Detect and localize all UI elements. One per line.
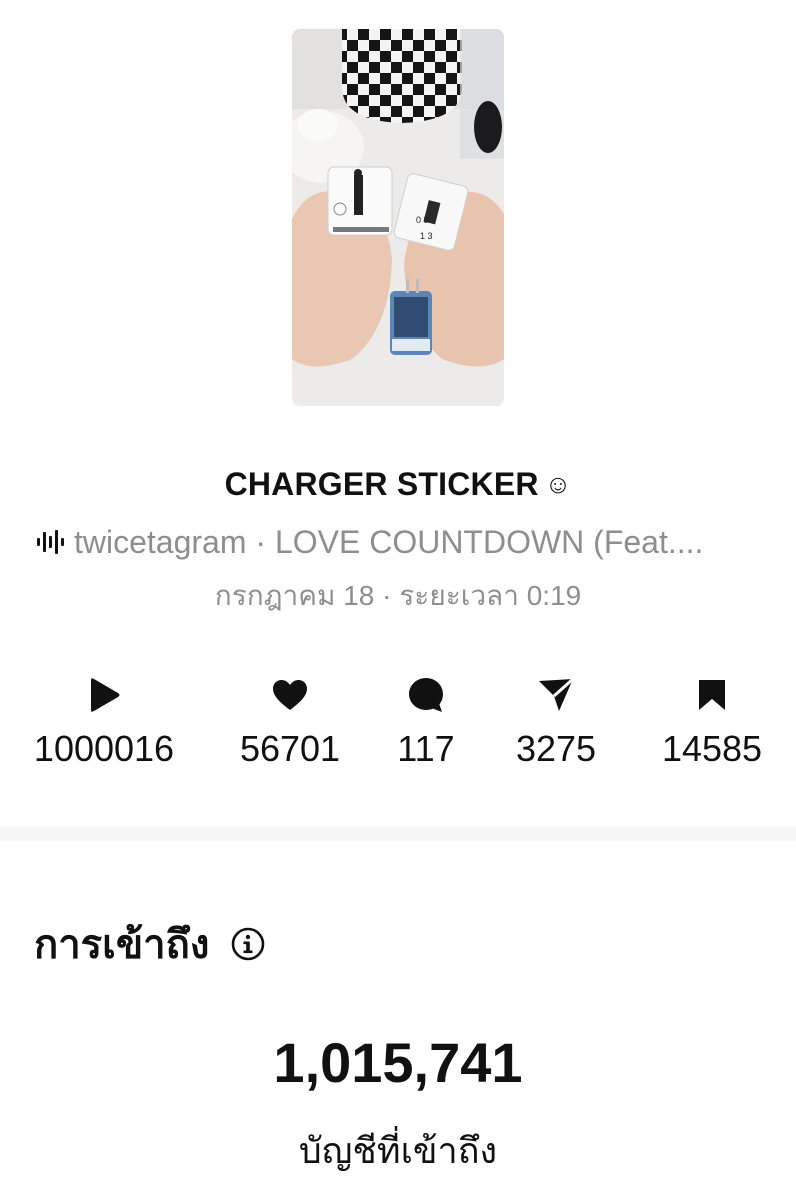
stat-plays: 1000016 [24, 676, 184, 770]
play-icon [24, 676, 184, 714]
smile-icon: ☺ [544, 469, 572, 499]
svg-text:0 8: 0 8 [416, 215, 429, 225]
stat-comments: 117 [366, 676, 486, 770]
heart-icon [210, 676, 370, 714]
comment-icon [366, 676, 486, 714]
stat-comments-value: 117 [397, 728, 455, 769]
stat-shares-value: 3275 [515, 728, 597, 769]
svg-text:1 3: 1 3 [420, 231, 433, 241]
post-title: CHARGER STICKER ☺ [0, 466, 796, 503]
reel-thumbnail[interactable]: 0 8 1 3 [292, 29, 504, 406]
section-divider [0, 827, 796, 841]
post-meta: กรกฎาคม 18 · ระยะเวลา 0:19 [214, 580, 582, 611]
reach-value: 1,015,741 [273, 1031, 523, 1094]
bookmark-icon [632, 676, 792, 714]
reach-title-text: การเข้าถึง [34, 923, 210, 967]
post-title-text: CHARGER STICKER [224, 466, 539, 502]
send-icon [486, 676, 626, 714]
thumbnail-image: 0 8 1 3 [292, 29, 504, 406]
stat-likes: 56701 [210, 676, 370, 770]
audio-wave-icon [36, 526, 64, 563]
reach-section-title: การเข้าถึง [34, 912, 265, 976]
post-insights-screen: 0 8 1 3 CHARGER STICKER ☺ twicetagram · L… [0, 0, 796, 1200]
audio-attribution[interactable]: twicetagram · LOVE COUNTDOWN (Feat.... [36, 524, 776, 563]
stat-shares: 3275 [486, 676, 626, 770]
info-icon[interactable] [231, 927, 265, 961]
audio-text: twicetagram · LOVE COUNTDOWN (Feat.... [74, 524, 704, 560]
stat-plays-value: 1000016 [33, 728, 175, 769]
stat-likes-value: 56701 [239, 728, 341, 769]
stat-saves-value: 14585 [661, 728, 763, 769]
reach-label: บัญชีที่เข้าถึง [298, 1130, 498, 1171]
stat-saves: 14585 [632, 676, 792, 770]
